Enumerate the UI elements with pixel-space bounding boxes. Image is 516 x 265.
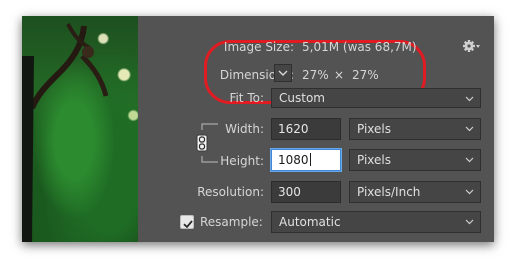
height-input-value: 1080 xyxy=(278,153,309,167)
chevron-down-icon xyxy=(465,96,474,102)
resample-method-value: Automatic xyxy=(279,215,341,229)
image-size-value: 5,01M (was 68,7M) xyxy=(302,40,417,54)
chevron-down-icon xyxy=(465,219,474,225)
width-label: Width: xyxy=(225,122,264,136)
dimensions-height-value: 27% xyxy=(352,68,379,82)
image-size-label: Image Size: xyxy=(223,40,294,54)
resolution-unit-value: Pixels/Inch xyxy=(357,185,421,199)
settings-menu-button[interactable] xyxy=(462,38,482,54)
checkmark-icon xyxy=(183,220,193,229)
width-input[interactable]: 1620 xyxy=(271,118,341,140)
fit-to-select[interactable]: Custom xyxy=(271,88,481,108)
resample-checkbox[interactable] xyxy=(180,215,194,229)
resample-label: Resample: xyxy=(200,215,263,229)
height-input[interactable]: 1080 xyxy=(271,149,341,171)
preview-artwork xyxy=(22,23,109,242)
image-size-dialog: Image Size: 5,01M (was 68,7M) Dimensions… xyxy=(22,16,494,242)
text-caret xyxy=(309,153,311,166)
resolution-label: Resolution: xyxy=(197,185,264,199)
width-unit-select[interactable]: Pixels xyxy=(349,118,481,140)
dimensions-toggle-button[interactable] xyxy=(274,64,292,82)
gear-icon xyxy=(463,40,480,52)
resolution-unit-select[interactable]: Pixels/Inch xyxy=(349,181,481,203)
chevron-down-icon xyxy=(278,70,288,76)
fit-to-value: Custom xyxy=(279,91,325,105)
resolution-input[interactable]: 300 xyxy=(271,181,341,203)
chevron-down-icon xyxy=(465,189,474,195)
height-unit-value: Pixels xyxy=(357,153,392,167)
dimensions-width-value: 27% xyxy=(302,68,329,82)
chevron-down-icon xyxy=(465,126,474,132)
fit-to-label: Fit To: xyxy=(229,91,264,105)
height-label: Height: xyxy=(220,154,264,168)
height-unit-select[interactable]: Pixels xyxy=(349,149,481,171)
width-unit-value: Pixels xyxy=(357,122,392,136)
chevron-down-icon xyxy=(465,157,474,163)
image-preview[interactable] xyxy=(22,16,138,242)
dimensions-times-sign: × xyxy=(334,68,345,82)
resample-method-select[interactable]: Automatic xyxy=(271,211,481,233)
